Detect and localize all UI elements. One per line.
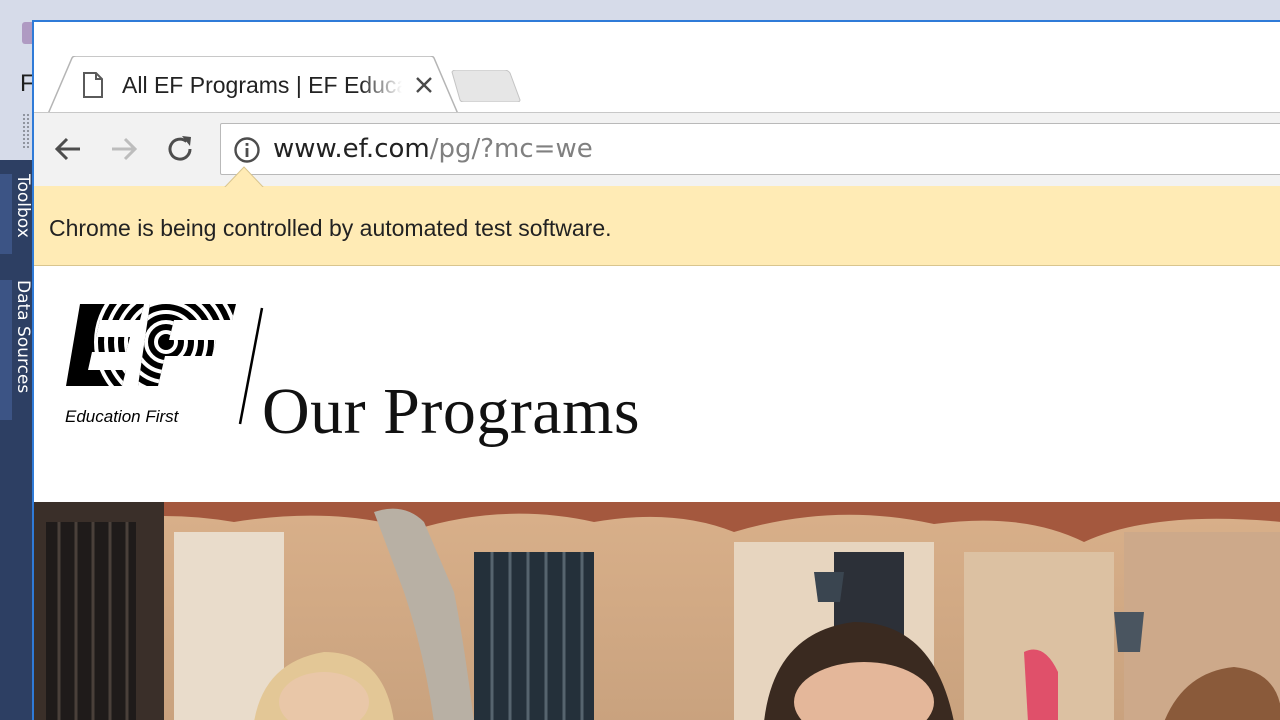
infobar-pointer	[224, 166, 264, 188]
ide-side-panel: Toolbox Data Sources	[0, 160, 34, 720]
automation-infobar: Chrome is being controlled by automated …	[34, 166, 1280, 266]
url-host: www.ef.com	[273, 134, 430, 164]
page-title: Our Programs	[262, 375, 641, 448]
forward-arrow-icon[interactable]	[106, 131, 142, 167]
tab-strip: All EF Programs | EF Education First	[34, 22, 1280, 114]
page-icon	[83, 72, 103, 98]
address-bar[interactable]: www.ef.com/pg/?mc=we	[220, 123, 1280, 175]
new-tab-button[interactable]	[450, 70, 522, 102]
url-path: /pg/?mc=we	[429, 134, 593, 164]
side-tab-data-sources[interactable]: Data Sources	[13, 280, 33, 430]
reload-icon[interactable]	[162, 131, 198, 167]
side-tab-toolbox[interactable]: Toolbox	[13, 174, 33, 274]
toolbar-grip-icon	[22, 113, 30, 149]
ef-logo[interactable]: Education First	[62, 304, 242, 430]
site-info-icon[interactable]	[233, 136, 261, 164]
side-tab-indicator	[0, 174, 12, 254]
infobar-message: Chrome is being controlled by automated …	[49, 215, 612, 241]
address-url[interactable]: www.ef.com/pg/?mc=we	[273, 133, 593, 165]
browser-toolbar: www.ef.com/pg/?mc=we	[34, 112, 1280, 186]
hero-image	[34, 502, 1280, 720]
tab-title: All EF Programs | EF Education First	[122, 72, 402, 98]
back-arrow-icon[interactable]	[50, 131, 86, 167]
close-tab-icon[interactable]	[412, 73, 436, 97]
browser-window: All EF Programs | EF Education First	[32, 20, 1280, 720]
web-page: Education First Our Programs	[34, 266, 1280, 720]
active-tab[interactable]: All EF Programs | EF Education First	[48, 56, 458, 114]
side-tab-indicator	[0, 280, 12, 420]
title-divider	[238, 307, 264, 425]
logo-tagline: Education First	[65, 407, 180, 426]
